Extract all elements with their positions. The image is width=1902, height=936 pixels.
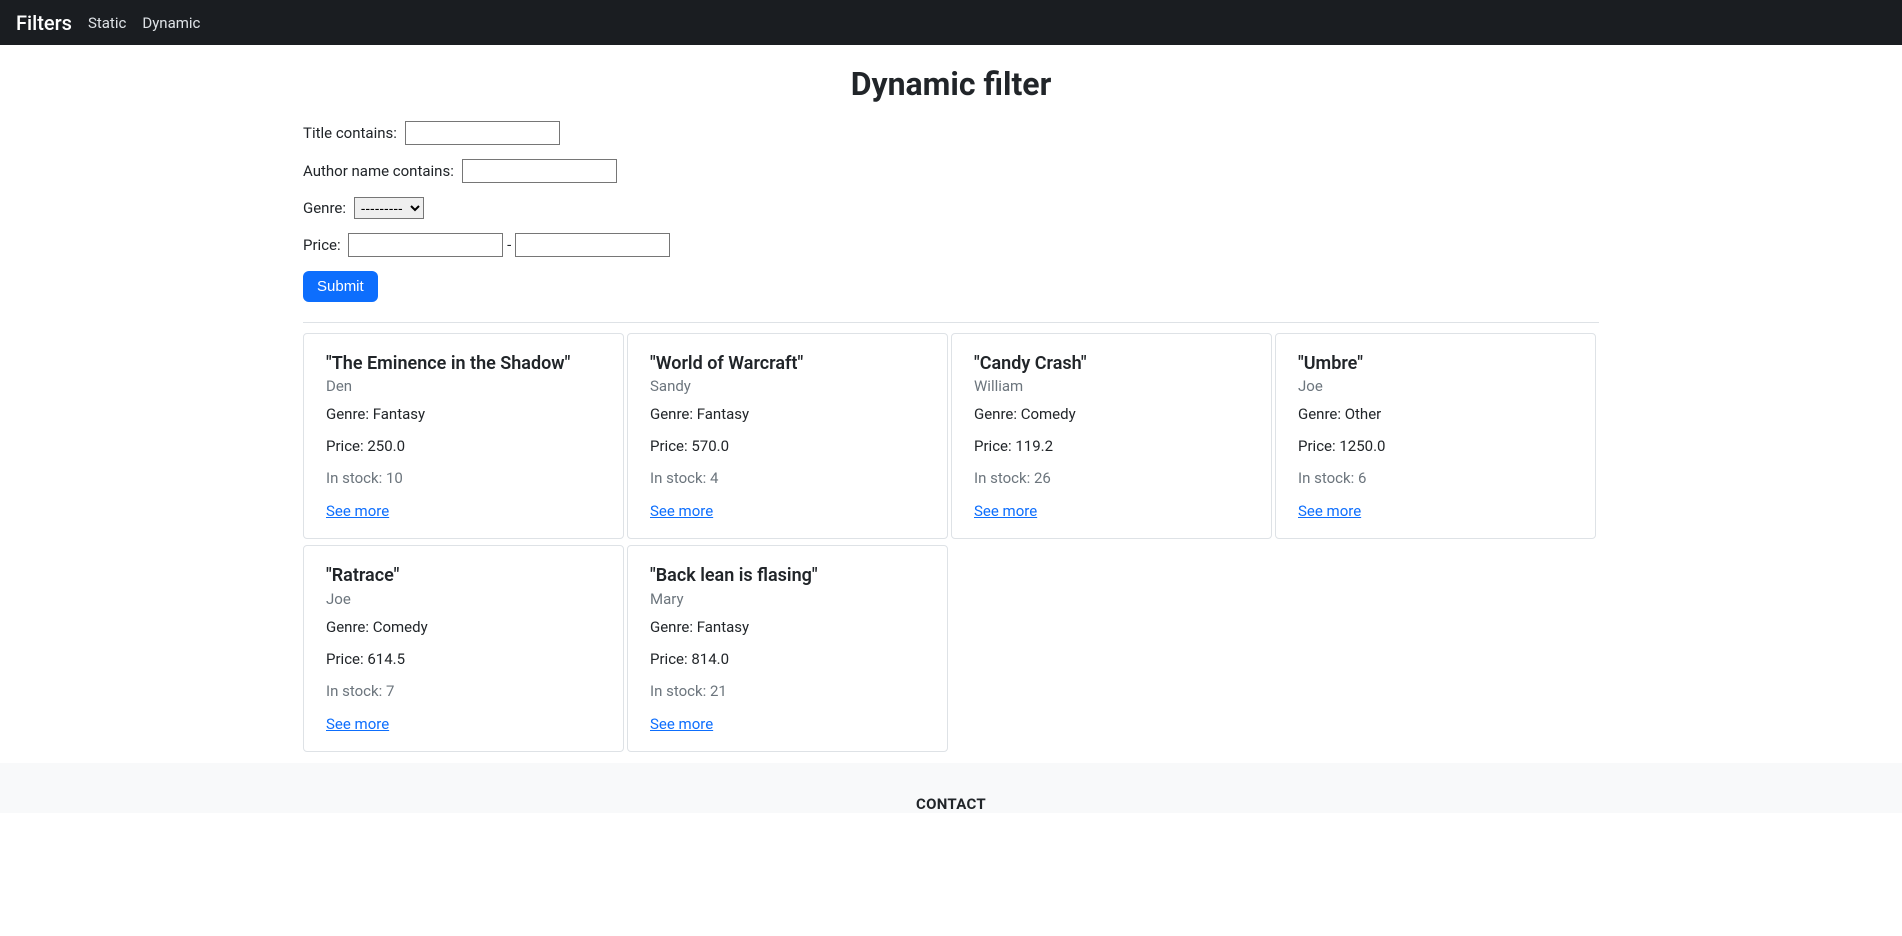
nav-link-dynamic[interactable]: Dynamic: [142, 14, 200, 32]
book-price: Price: 1250.0: [1298, 437, 1573, 455]
title-label: Title contains:: [303, 124, 397, 142]
book-author: Mary: [650, 590, 925, 608]
author-label: Author name contains:: [303, 162, 454, 180]
book-stock: In stock: 21: [650, 682, 925, 700]
book-genre: Genre: Comedy: [974, 405, 1249, 423]
book-genre: Genre: Comedy: [326, 618, 601, 636]
book-card: "The Eminence in the Shadow" Den Genre: Fa…: [303, 333, 624, 539]
book-price: Price: 570.0: [650, 437, 925, 455]
book-genre: Genre: Fantasy: [650, 618, 925, 636]
book-title: "Ratrace": [326, 564, 601, 587]
book-card: "Back lean is flasing" Mary Genre: Fantasy…: [627, 545, 948, 751]
book-author: William: [974, 377, 1249, 395]
book-card: "Candy Crash" William Genre: Comedy Price: …: [951, 333, 1272, 539]
see-more-link[interactable]: See more: [326, 502, 389, 520]
page-title: Dynamic filter: [303, 65, 1599, 103]
divider: [303, 322, 1599, 323]
submit-button[interactable]: Submit: [303, 271, 378, 302]
book-title: "Umbre": [1298, 352, 1573, 375]
book-author: Den: [326, 377, 601, 395]
navbar-brand[interactable]: Filters: [16, 11, 72, 35]
book-price: Price: 250.0: [326, 437, 601, 455]
book-author: Joe: [326, 590, 601, 608]
nav-link-static[interactable]: Static: [88, 14, 126, 32]
book-price: Price: 614.5: [326, 650, 601, 668]
book-author: Sandy: [650, 377, 925, 395]
book-title: "Back lean is flasing": [650, 564, 925, 587]
see-more-link[interactable]: See more: [1298, 502, 1361, 520]
book-stock: In stock: 7: [326, 682, 601, 700]
price-separator: -: [507, 236, 511, 254]
book-stock: In stock: 10: [326, 469, 601, 487]
genre-select[interactable]: ---------: [354, 197, 424, 219]
book-price: Price: 814.0: [650, 650, 925, 668]
author-input[interactable]: [462, 159, 617, 183]
book-stock: In stock: 26: [974, 469, 1249, 487]
book-stock: In stock: 6: [1298, 469, 1573, 487]
book-card: "World of Warcraft" Sandy Genre: Fantasy Pr…: [627, 333, 948, 539]
book-genre: Genre: Fantasy: [650, 405, 925, 423]
book-genre: Genre: Fantasy: [326, 405, 601, 423]
see-more-link[interactable]: See more: [650, 502, 713, 520]
see-more-link[interactable]: See more: [650, 715, 713, 733]
footer-contact-heading: CONTACT: [0, 795, 1902, 813]
book-card: "Umbre" Joe Genre: Other Price: 1250.0 In st…: [1275, 333, 1596, 539]
book-title: "The Eminence in the Shadow": [326, 352, 601, 375]
navbar: Filters Static Dynamic: [0, 0, 1902, 45]
book-genre: Genre: Other: [1298, 405, 1573, 423]
book-title: "Candy Crash": [974, 352, 1249, 375]
price-max-input[interactable]: [515, 233, 670, 257]
book-title: "World of Warcraft": [650, 352, 925, 375]
price-min-input[interactable]: [348, 233, 503, 257]
filter-form: Title contains: Author name contains: Ge…: [303, 121, 1599, 302]
footer: CONTACT: [0, 763, 1902, 813]
genre-label: Genre:: [303, 199, 346, 217]
see-more-link[interactable]: See more: [974, 502, 1037, 520]
price-label: Price:: [303, 236, 341, 254]
book-stock: In stock: 4: [650, 469, 925, 487]
book-price: Price: 119.2: [974, 437, 1249, 455]
book-author: Joe: [1298, 377, 1573, 395]
see-more-link[interactable]: See more: [326, 715, 389, 733]
book-card: "Ratrace" Joe Genre: Comedy Price: 614.5 In …: [303, 545, 624, 751]
book-grid: "The Eminence in the Shadow" Den Genre: Fa…: [303, 333, 1599, 755]
title-input[interactable]: [405, 121, 560, 145]
